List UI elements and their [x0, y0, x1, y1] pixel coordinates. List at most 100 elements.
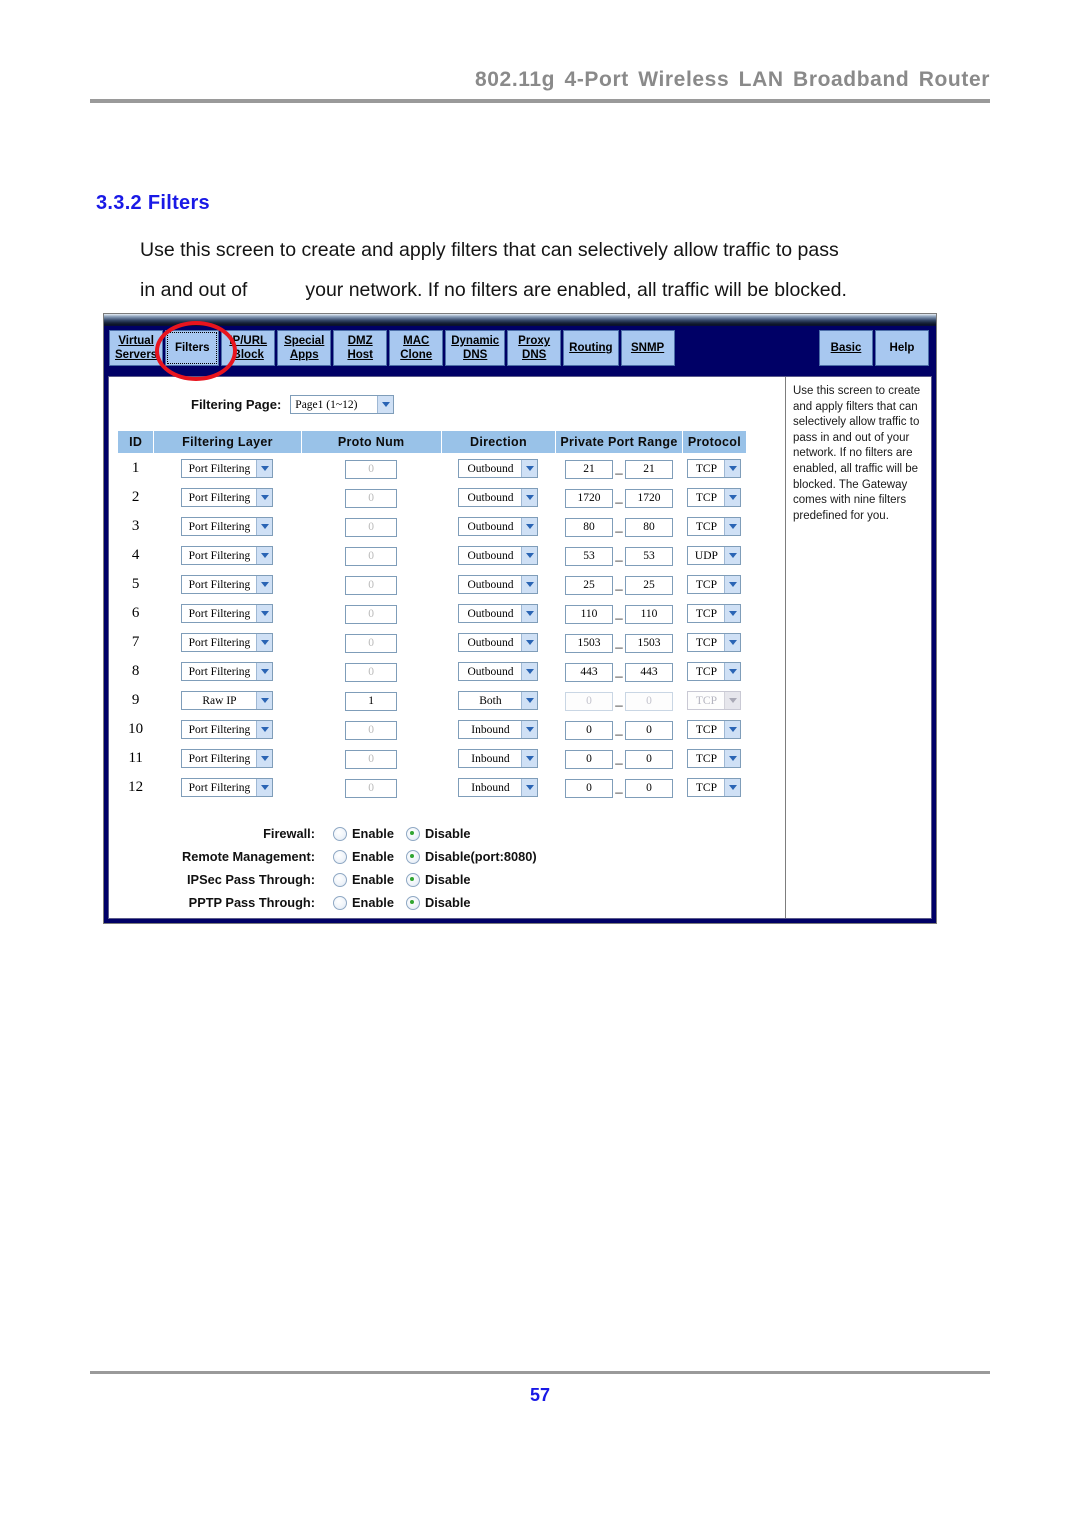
protocol-select[interactable]: TCP	[687, 633, 742, 653]
protocol-select[interactable]: TCP	[687, 778, 742, 798]
radio-icon-disable[interactable]	[405, 849, 420, 864]
direction-select[interactable]: Inbound	[458, 778, 539, 798]
radio-icon-disable[interactable]	[405, 826, 420, 841]
option-enable-ipsec-pass-through[interactable]: Enable	[333, 872, 394, 887]
protocol-select[interactable]: UDP	[687, 546, 742, 566]
proto-num-input[interactable]: 0	[345, 546, 398, 566]
nav-tab-dynamic-dns[interactable]: Dynamic DNS	[445, 330, 506, 366]
proto-num-input[interactable]: 0	[345, 778, 398, 798]
port-range-end-input[interactable]: 1720	[625, 488, 673, 508]
filtering-page-select[interactable]: Page1 (1~12)	[290, 395, 395, 414]
port-range-start-input[interactable]: 25	[565, 575, 613, 595]
protocol-select[interactable]: TCP	[687, 720, 742, 740]
port-range-start-input[interactable]: 0	[565, 691, 613, 711]
direction-select[interactable]: Outbound	[458, 662, 539, 682]
filtering-layer-select[interactable]: Port Filtering	[181, 459, 274, 479]
option-enable-pptp-pass-through[interactable]: Enable	[333, 895, 394, 910]
port-range-start-input[interactable]: 110	[565, 604, 613, 624]
port-range-end-input[interactable]: 25	[625, 575, 673, 595]
port-range-end-input[interactable]: 0	[625, 778, 673, 798]
port-range-end-input[interactable]: 21	[625, 459, 673, 479]
direction-select[interactable]: Inbound	[458, 720, 539, 740]
filtering-layer-select[interactable]: Port Filtering	[181, 662, 274, 682]
nav-tab-proxy-dns[interactable]: Proxy DNS	[507, 330, 562, 366]
option-enable-remote-management[interactable]: Enable	[333, 849, 394, 864]
radio-icon-enable[interactable]	[333, 826, 347, 841]
radio-icon-enable[interactable]	[333, 849, 347, 864]
proto-num-input[interactable]: 0	[345, 633, 398, 653]
nav-tab-dmz-host[interactable]: DMZ Host	[333, 330, 388, 366]
filtering-layer-select[interactable]: Port Filtering	[181, 720, 274, 740]
port-range-end-input[interactable]: 0	[625, 720, 673, 740]
filtering-layer-select[interactable]: Port Filtering	[181, 604, 274, 624]
filtering-layer-select[interactable]: Port Filtering	[181, 517, 274, 537]
proto-num-input[interactable]: 0	[345, 720, 398, 740]
port-range-end-input[interactable]: 0	[625, 691, 673, 711]
direction-select[interactable]: Outbound	[458, 575, 539, 595]
filtering-layer-select[interactable]: Port Filtering	[181, 488, 274, 508]
radio-icon-enable[interactable]	[333, 872, 347, 887]
direction-select[interactable]: Inbound	[458, 749, 539, 769]
direction-select[interactable]: Outbound	[458, 546, 539, 566]
port-range-start-input[interactable]: 53	[565, 546, 613, 566]
port-range-start-input[interactable]: 1720	[565, 488, 613, 508]
proto-num-input[interactable]: 0	[345, 517, 398, 537]
port-range-start-input[interactable]: 0	[565, 720, 613, 740]
port-range-end-input[interactable]: 110	[625, 604, 673, 624]
protocol-select[interactable]: TCP	[687, 604, 742, 624]
port-range-end-input[interactable]: 80	[625, 517, 673, 537]
nav-tab-routing[interactable]: Routing	[563, 330, 619, 366]
proto-num-input[interactable]: 0	[345, 749, 398, 769]
protocol-select[interactable]: TCP	[687, 517, 742, 537]
port-range-end-input[interactable]: 1503	[625, 633, 673, 653]
nav-tab-ip-url-block[interactable]: IP/URL Block	[221, 330, 276, 366]
option-disable-firewall[interactable]: Disable	[405, 826, 471, 841]
nav-tab-mac-clone[interactable]: MAC Clone	[389, 330, 444, 366]
filtering-layer-select[interactable]: Raw IP	[181, 691, 274, 711]
port-range-start-input[interactable]: 80	[565, 517, 613, 537]
radio-icon-disable[interactable]	[405, 872, 420, 887]
option-disable-ipsec-pass-through[interactable]: Disable	[405, 872, 471, 887]
proto-num-input[interactable]: 0	[345, 662, 398, 682]
nav-tab-filters[interactable]: Filters	[165, 330, 220, 366]
option-disable-pptp-pass-through[interactable]: Disable	[405, 895, 471, 910]
protocol-select[interactable]: TCP	[687, 459, 742, 479]
direction-select[interactable]: Outbound	[458, 517, 539, 537]
option-disable-remote-management[interactable]: Disable(port:8080)	[405, 849, 537, 864]
proto-num-input[interactable]: 1	[345, 691, 398, 711]
nav-tab-snmp[interactable]: SNMP	[620, 330, 675, 366]
proto-num-input[interactable]: 0	[345, 575, 398, 595]
port-range-start-input[interactable]: 443	[565, 662, 613, 682]
port-range-start-input[interactable]: 1503	[565, 633, 613, 653]
direction-select[interactable]: Outbound	[458, 633, 539, 653]
direction-select[interactable]: Outbound	[458, 604, 539, 624]
filtering-layer-select[interactable]: Port Filtering	[181, 749, 274, 769]
filtering-layer-select[interactable]: Port Filtering	[181, 575, 274, 595]
filtering-layer-select[interactable]: Port Filtering	[181, 546, 274, 566]
proto-num-input[interactable]: 0	[345, 459, 398, 479]
direction-select[interactable]: Outbound	[458, 459, 539, 479]
direction-select[interactable]: Outbound	[458, 488, 539, 508]
nav-tab-special-apps[interactable]: Special Apps	[277, 330, 332, 366]
port-range-start-input[interactable]: 21	[565, 459, 613, 479]
port-range-start-input[interactable]: 0	[565, 749, 613, 769]
nav-tab-help[interactable]: Help	[875, 330, 929, 366]
port-range-end-input[interactable]: 53	[625, 546, 673, 566]
nav-tab-virtual-servers[interactable]: Virtual Servers	[109, 330, 164, 366]
port-range-end-input[interactable]: 443	[625, 662, 673, 682]
option-enable-firewall[interactable]: Enable	[333, 826, 394, 841]
proto-num-input[interactable]: 0	[345, 488, 398, 508]
direction-select[interactable]: Both	[458, 691, 539, 711]
port-range-end-input[interactable]: 0	[625, 749, 673, 769]
filtering-layer-select[interactable]: Port Filtering	[181, 633, 274, 653]
protocol-select[interactable]: TCP	[687, 749, 742, 769]
protocol-select[interactable]: TCP	[687, 662, 742, 682]
nav-tab-basic[interactable]: Basic	[819, 330, 873, 366]
radio-icon-disable[interactable]	[405, 895, 420, 910]
protocol-select[interactable]: TCP	[687, 488, 742, 508]
protocol-select[interactable]: TCP	[687, 575, 742, 595]
port-range-start-input[interactable]: 0	[565, 778, 613, 798]
filtering-layer-select[interactable]: Port Filtering	[181, 778, 274, 798]
proto-num-input[interactable]: 0	[345, 604, 398, 624]
radio-icon-enable[interactable]	[333, 895, 347, 910]
